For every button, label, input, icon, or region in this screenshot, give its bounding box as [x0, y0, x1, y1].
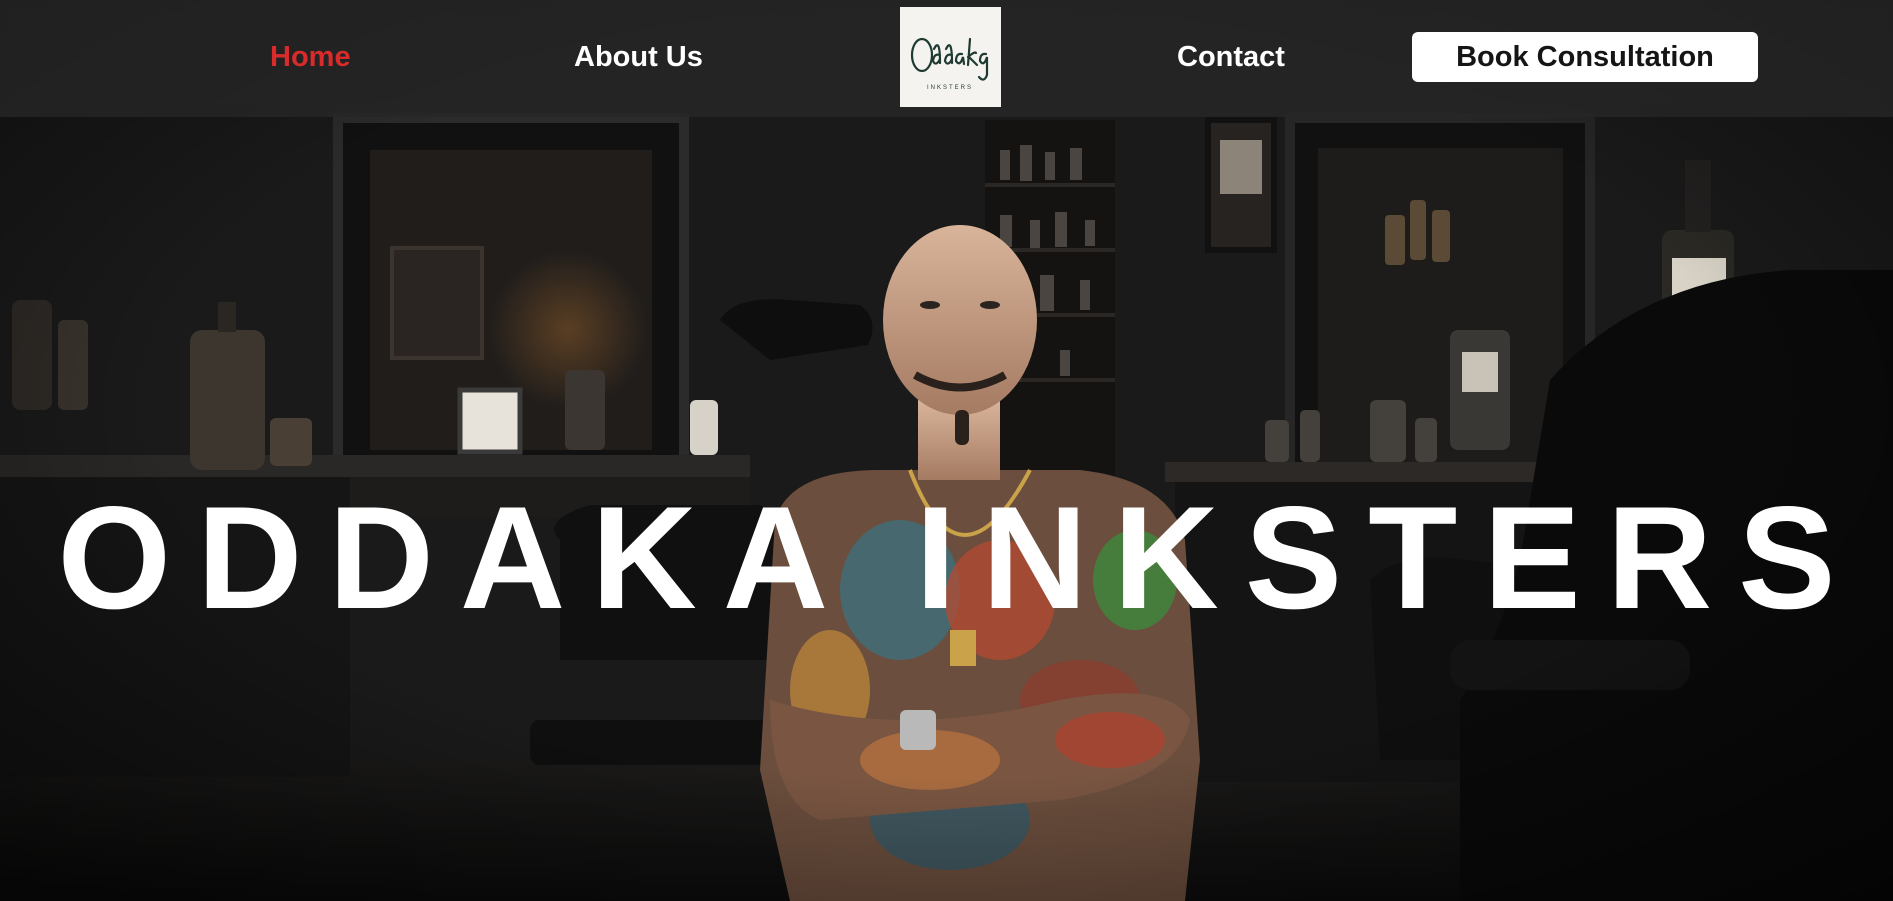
nav-link-about-us[interactable]: About Us — [574, 36, 703, 78]
logo-icon: INKSTERS — [910, 37, 989, 91]
hero-background-image — [0, 0, 1893, 901]
nav-link-contact[interactable]: Contact — [1177, 36, 1285, 78]
brand-logo[interactable]: INKSTERS — [900, 7, 1001, 107]
hero-section: ODDAKA INKSTERS — [0, 0, 1893, 901]
svg-text:INKSTERS: INKSTERS — [927, 85, 973, 91]
top-navigation: Home About Us INKSTERS Contact Book Cons… — [0, 0, 1893, 117]
book-consultation-button[interactable]: Book Consultation — [1412, 32, 1758, 82]
hero-title: ODDAKA INKSTERS — [57, 476, 1862, 639]
nav-link-home[interactable]: Home — [270, 36, 351, 78]
